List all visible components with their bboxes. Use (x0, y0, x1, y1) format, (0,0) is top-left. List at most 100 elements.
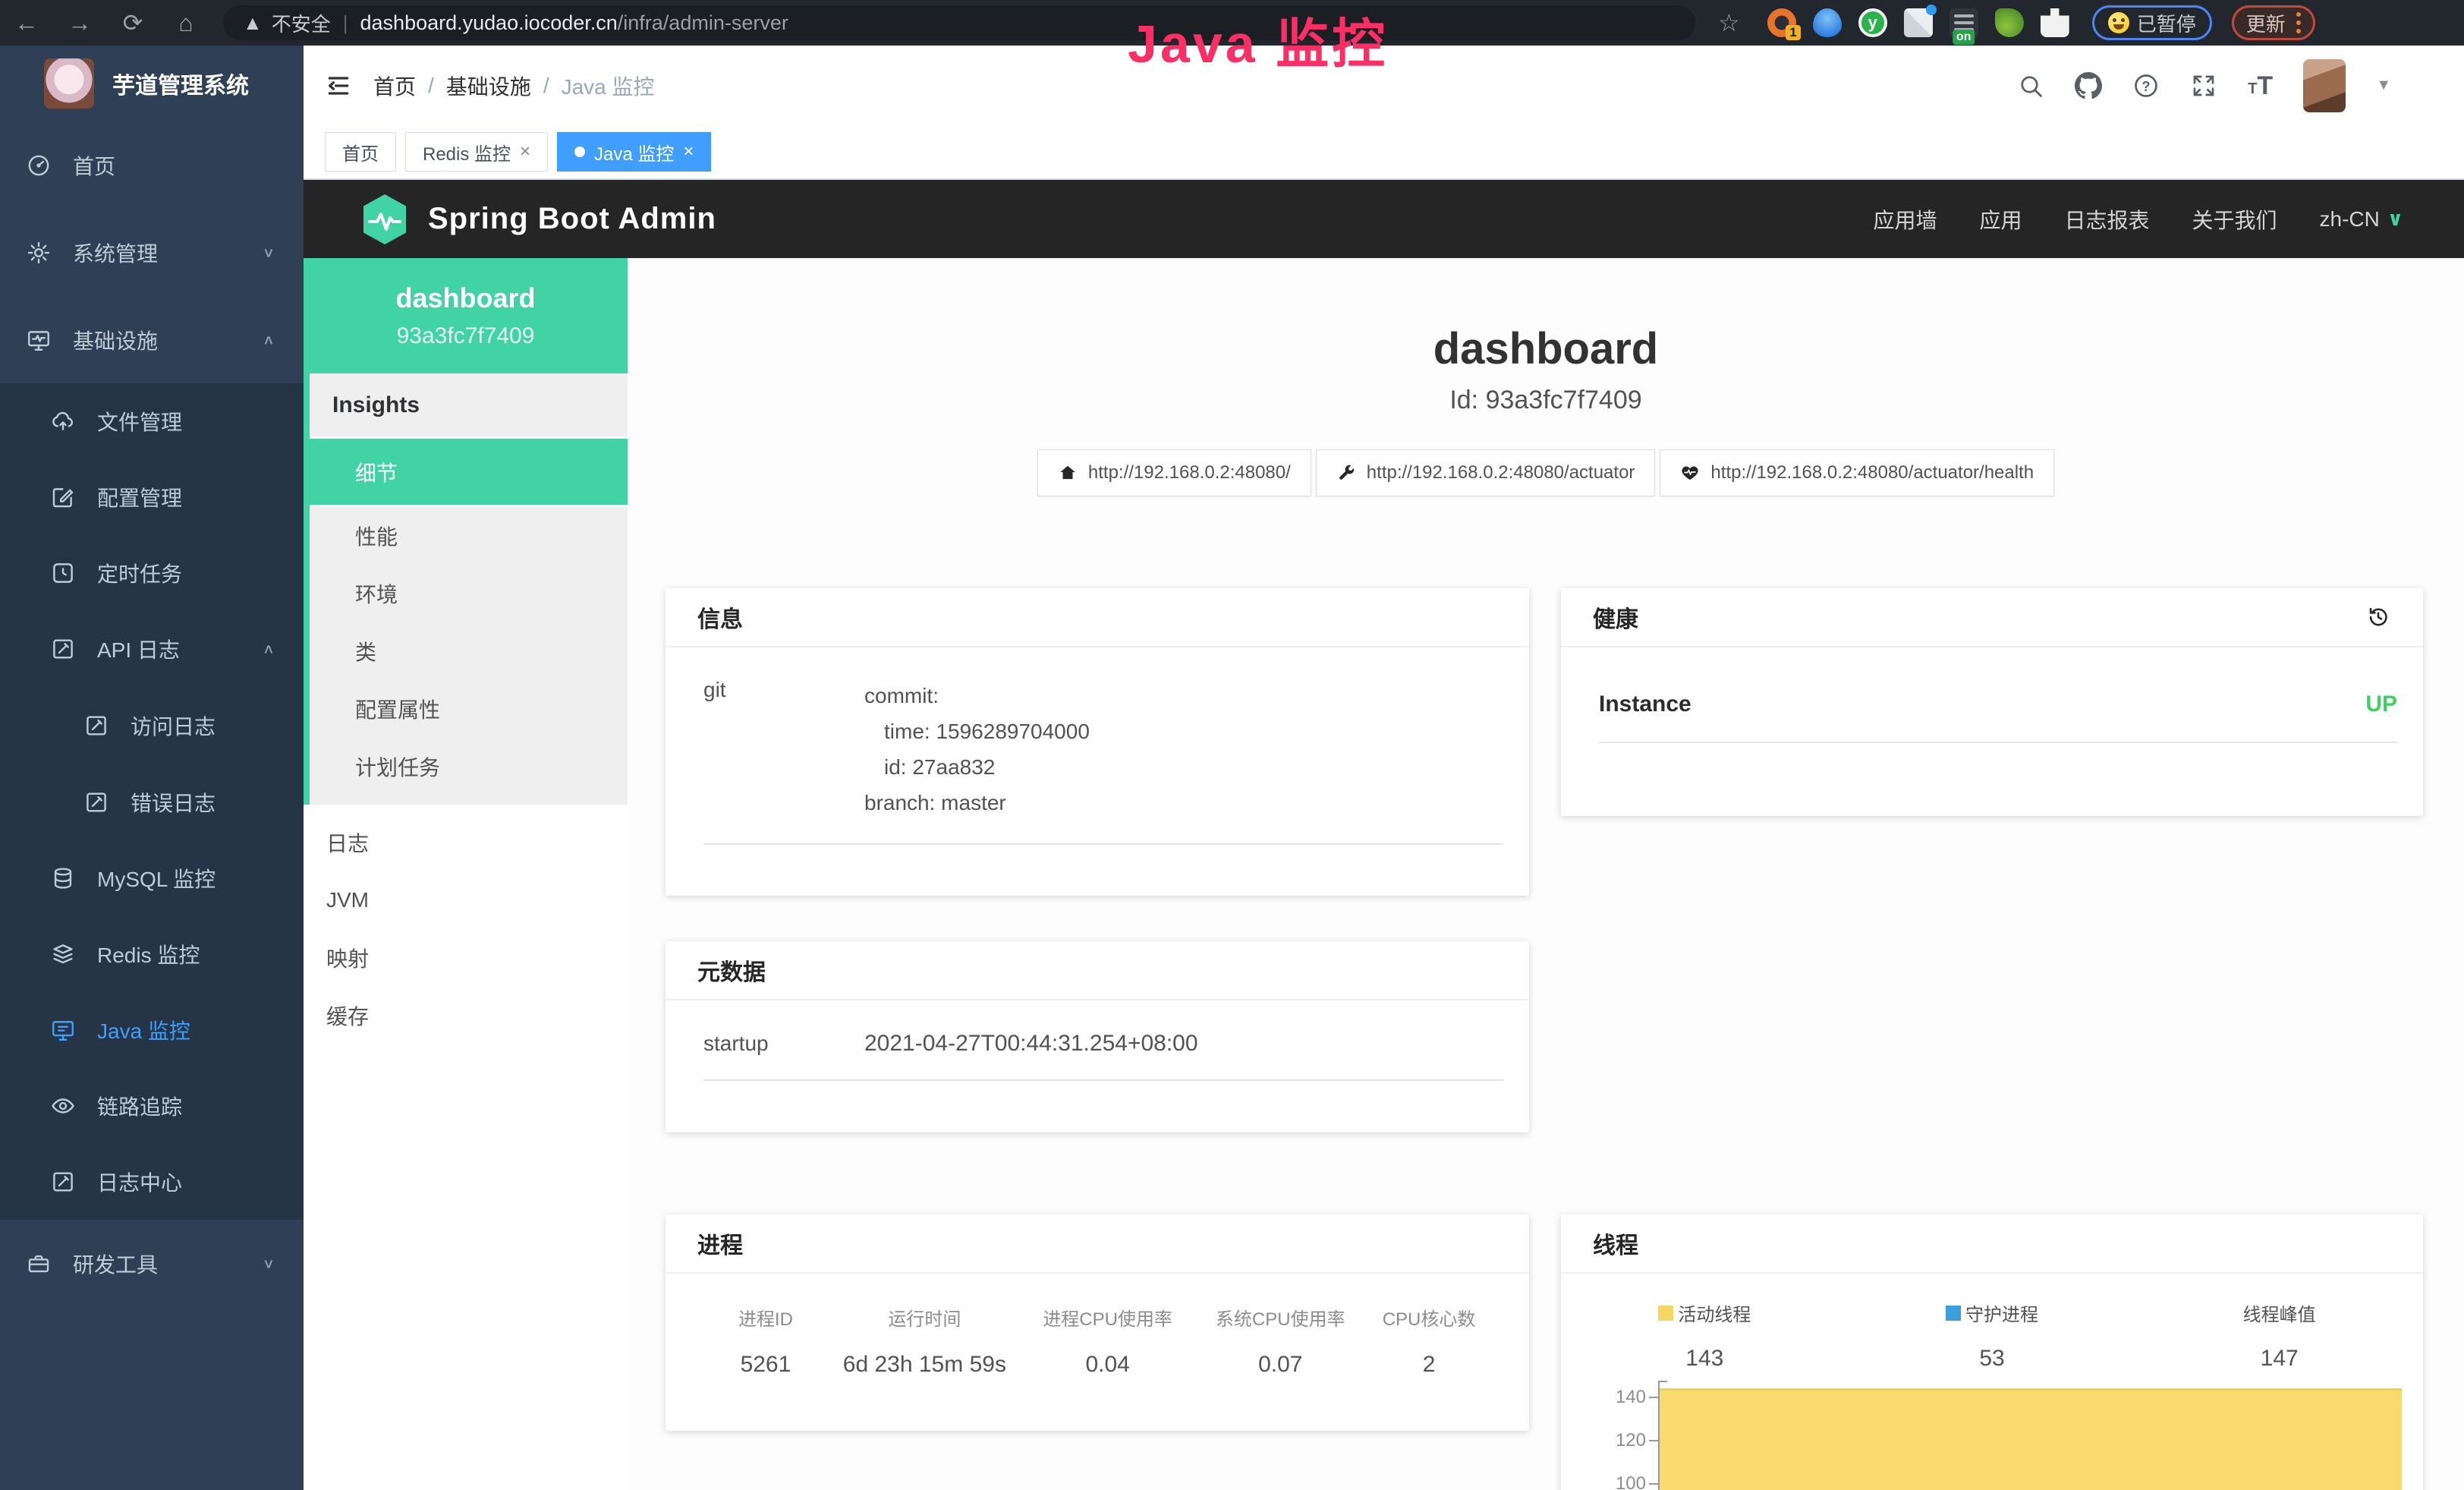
info-git-row: git commit: time: 1596289704000 id: 27aa… (703, 678, 1503, 845)
forward-icon[interactable]: → (53, 9, 106, 37)
bookmark-star-icon[interactable]: ☆ (1718, 8, 1740, 37)
sidebar-item-scheduled-jobs[interactable]: 定时任务 (0, 535, 304, 611)
user-avatar[interactable] (2303, 59, 2346, 112)
sidebar-item-log-center[interactable]: 日志中心 (0, 1144, 304, 1220)
menu-item-metrics[interactable]: 性能 (310, 507, 628, 565)
back-icon[interactable]: ← (0, 9, 53, 37)
extension-icon-plant[interactable] (1995, 8, 2024, 37)
sidebar-item-mysql-monitor[interactable]: MySQL 监控 (0, 840, 304, 916)
sidebar-item-api-logs[interactable]: API 日志 ∧ (0, 611, 304, 687)
health-url-button[interactable]: http://192.168.0.2:48080/actuator/health (1660, 449, 2054, 496)
process-stats-row: 进程ID 5261 运行时间 6d 23h 15m 59s 进程CPU使用率 0… (703, 1304, 1491, 1378)
log-edit-icon (50, 1169, 76, 1195)
menu-item-caches[interactable]: 缓存 (304, 987, 628, 1044)
sync-paused-chip[interactable]: 已暂停 (2092, 5, 2212, 40)
close-icon[interactable]: × (520, 141, 530, 162)
menu-item-logging[interactable]: 日志 (304, 814, 628, 871)
breadcrumb-current: Java 监控 (562, 71, 655, 101)
breadcrumb-infra[interactable]: 基础设施 (446, 71, 531, 101)
toolbox-icon (26, 1251, 52, 1277)
chevron-up-icon: ∧ (263, 332, 275, 348)
sba-nav-wallboard[interactable]: 应用墙 (1873, 204, 1937, 235)
sidebar-collapse-icon[interactable] (323, 71, 354, 101)
font-size-icon[interactable]: TT (2248, 73, 2273, 99)
sba-nav: 应用墙 应用 日志报表 关于我们 zh-CN ∨ (1873, 204, 2403, 235)
sidebar-item-error-logs[interactable]: 错误日志 (0, 764, 304, 840)
fullscreen-icon[interactable] (2190, 72, 2217, 99)
home-icon (1058, 463, 1078, 483)
svg-text:?: ? (2142, 78, 2151, 93)
extension-icon-converter[interactable]: 1 (1767, 8, 1796, 37)
extension-icon-grid[interactable] (1904, 8, 1933, 37)
gauge-icon (26, 153, 52, 178)
sidebar-item-redis-monitor[interactable]: Redis 监控 (0, 916, 304, 992)
search-icon[interactable] (2017, 72, 2044, 99)
tab-java-monitor[interactable]: Java 监控 × (557, 132, 711, 172)
sidebar-item-home[interactable]: 首页 (0, 121, 304, 209)
breadcrumb-home[interactable]: 首页 (373, 71, 416, 101)
app-logo-row[interactable]: 芋道管理系统 (0, 46, 304, 121)
sidebar-item-system[interactable]: 系统管理 ∨ (0, 209, 304, 296)
menu-item-details[interactable]: 细节 (310, 439, 628, 507)
instance-root-menu: 日志 JVM 映射 缓存 (304, 805, 628, 1044)
header-actions: ? TT ▼ (2017, 59, 2391, 112)
active-tab-dot (574, 146, 585, 157)
home-icon[interactable]: ⌂ (159, 9, 212, 37)
breadcrumb-separator: / (543, 74, 549, 98)
database-icon (50, 865, 76, 891)
menu-item-classes[interactable]: 类 (310, 622, 628, 680)
sidebar-item-config-manage[interactable]: 配置管理 (0, 459, 304, 535)
tab-home[interactable]: 首页 (325, 132, 396, 172)
monitor-icon (26, 327, 52, 353)
extension-icon-switch[interactable]: on (1949, 8, 1978, 37)
chrome-update-button[interactable]: 更新 (2232, 5, 2315, 40)
refresh-icon[interactable]: ⟳ (106, 8, 159, 37)
sidebar-item-infra[interactable]: 基础设施 ∧ (0, 296, 304, 383)
sba-brand-title[interactable]: Spring Boot Admin (428, 202, 716, 236)
sidebar-item-dev-tools[interactable]: 研发工具 ∨ (0, 1220, 304, 1307)
sba-nav-about[interactable]: 关于我们 (2192, 204, 2277, 235)
menu-item-jvm[interactable]: JVM (304, 871, 628, 929)
threads-chart: 140 120 100 (1584, 1390, 2402, 1490)
help-icon[interactable]: ? (2132, 72, 2160, 99)
instance-header[interactable]: dashboard 93a3fc7f7409 (304, 258, 628, 373)
url-divider: | (343, 11, 348, 35)
profile-emoji-avatar (2108, 12, 2129, 33)
history-icon[interactable] (2365, 604, 2391, 630)
tab-redis-monitor[interactable]: Redis 监控 × (405, 132, 548, 172)
sidebar-item-file-manage[interactable]: 文件管理 (0, 383, 304, 459)
sba-nav-applications[interactable]: 应用 (1979, 204, 2022, 235)
heartbeat-icon (1680, 463, 1700, 483)
not-secure-warning-icon: ▲ (243, 11, 263, 35)
extensions-row: 1 y on (1767, 8, 2069, 37)
extension-icon-puzzle[interactable] (2041, 8, 2069, 37)
github-icon[interactable] (2075, 72, 2102, 99)
legend-swatch-active (1658, 1306, 1673, 1321)
menu-item-config-props[interactable]: 配置属性 (310, 680, 628, 738)
browser-menu-icon[interactable] (2296, 12, 2301, 33)
sba-locale-select[interactable]: zh-CN ∨ (2320, 207, 2403, 232)
health-card: 健康 Instance UP (1561, 588, 2423, 816)
insights-section-title: Insights (310, 373, 628, 439)
user-menu-caret-icon[interactable]: ▼ (2376, 77, 2391, 94)
extension-icon-pin[interactable] (1813, 8, 1842, 37)
actuator-url-button[interactable]: http://192.168.0.2:48080/actuator (1316, 449, 1656, 496)
health-card-title: 健康 (1593, 600, 1638, 634)
url-host: dashboard.yudao.iocoder.cn (360, 11, 618, 35)
address-bar[interactable]: ▲ 不安全 | dashboard.yudao.iocoder.cn /infr… (223, 5, 1695, 40)
metadata-startup-row: startup 2021-04-27T00:44:31.254+08:00 (703, 1031, 1503, 1081)
sidebar-item-tracing[interactable]: 链路追踪 (0, 1068, 304, 1144)
sba-nav-journal[interactable]: 日志报表 (2065, 204, 2150, 235)
update-label: 更新 (2246, 9, 2286, 37)
notification-dot (1926, 5, 1937, 15)
menu-item-mappings[interactable]: 映射 (304, 929, 628, 987)
menu-item-environment[interactable]: 环境 (310, 565, 628, 622)
sidebar-item-java-monitor[interactable]: Java 监控 (0, 992, 304, 1068)
menu-item-scheduled-tasks[interactable]: 计划任务 (310, 738, 628, 795)
page-title: dashboard (628, 323, 2464, 374)
close-icon[interactable]: × (683, 141, 694, 162)
app-logo (44, 58, 94, 109)
service-url-button[interactable]: http://192.168.0.2:48080/ (1037, 449, 1311, 496)
sidebar-item-access-logs[interactable]: 访问日志 (0, 687, 304, 764)
extension-icon-y[interactable]: y (1858, 8, 1887, 37)
